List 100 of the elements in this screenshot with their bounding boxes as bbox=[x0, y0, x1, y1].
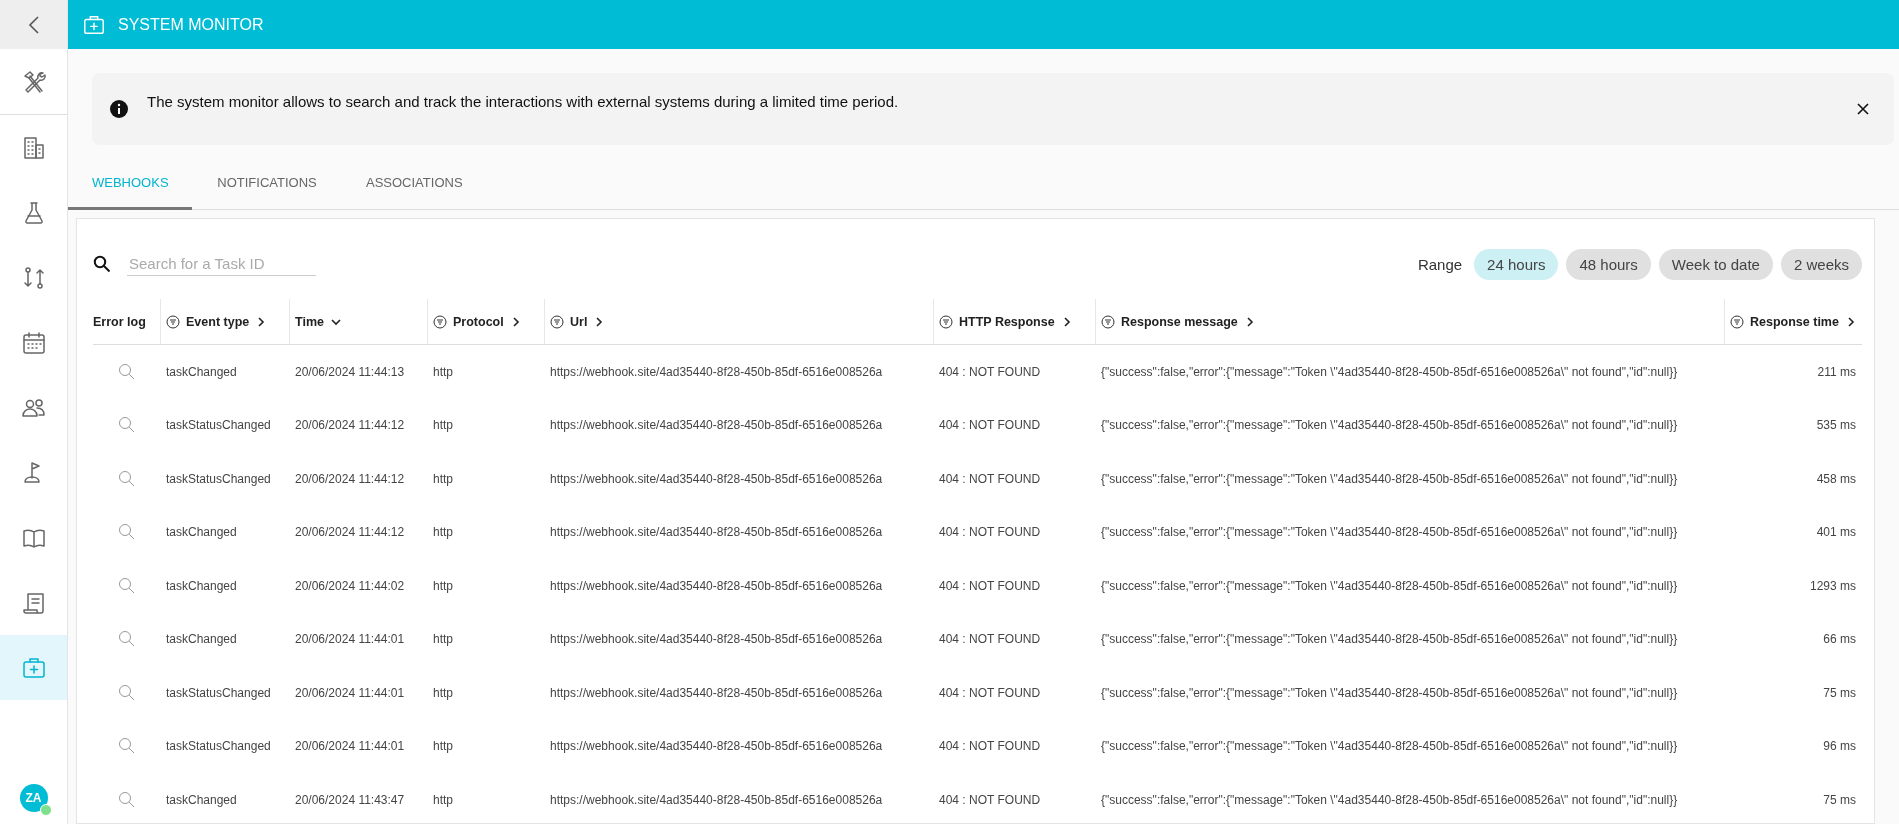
event-type-cell: taskStatusChanged bbox=[166, 685, 271, 700]
event-type-cell: taskStatusChanged bbox=[166, 471, 271, 486]
error-log-button[interactable] bbox=[117, 416, 136, 435]
event-type-cell: taskStatusChanged bbox=[166, 418, 271, 433]
info-text: The system monitor allows to search and track the interactions with external systems during a limited time period. bbox=[147, 92, 900, 110]
search-icon bbox=[117, 737, 136, 756]
error-log-button[interactable] bbox=[117, 683, 136, 702]
error-log-button[interactable] bbox=[117, 469, 136, 488]
column-header[interactable]: Time bbox=[295, 314, 342, 329]
time-cell: 20/06/2024 11:44:12 bbox=[295, 418, 405, 433]
url-cell: https://webhook.site/4ad35440-8f28-450b-85df-6516e008526a bbox=[550, 792, 883, 807]
event-type-cell: taskChanged bbox=[166, 364, 237, 379]
calendar-icon bbox=[20, 329, 47, 356]
response-time-cell: 535 ms bbox=[1816, 418, 1856, 433]
search-icon bbox=[117, 576, 136, 595]
error-log-button[interactable] bbox=[117, 630, 136, 649]
http-response-cell: 404 : NOT FOUND bbox=[939, 739, 1041, 754]
url-cell: https://webhook.site/4ad35440-8f28-450b-85df-6516e008526a bbox=[550, 578, 883, 593]
filter-icon bbox=[550, 314, 564, 329]
filter-icon bbox=[433, 314, 447, 329]
url-cell: https://webhook.site/4ad35440-8f28-450b-85df-6516e008526a bbox=[550, 525, 883, 540]
sidebar-item[interactable] bbox=[0, 635, 67, 700]
response-time-cell: 66 ms bbox=[1823, 632, 1856, 647]
http-response-cell: 404 : NOT FOUND bbox=[939, 471, 1041, 486]
range-chip[interactable]: Week to date bbox=[1658, 248, 1773, 280]
search-icon bbox=[117, 630, 136, 649]
search-icon bbox=[117, 362, 136, 381]
response-time-cell: 401 ms bbox=[1816, 525, 1856, 540]
error-log-button[interactable] bbox=[117, 576, 136, 595]
response-time-cell: 1293 ms bbox=[1809, 578, 1856, 593]
event-type-cell: taskChanged bbox=[166, 792, 237, 807]
response-time-cell: 96 ms bbox=[1823, 739, 1856, 754]
protocol-cell: http bbox=[433, 418, 453, 433]
error-log-button[interactable] bbox=[117, 523, 136, 542]
column-header[interactable]: Response message bbox=[1101, 314, 1256, 329]
url-cell: https://webhook.site/4ad35440-8f28-450b-85df-6516e008526a bbox=[550, 418, 883, 433]
time-cell: 20/06/2024 11:44:12 bbox=[295, 471, 405, 486]
url-cell: https://webhook.site/4ad35440-8f28-450b-85df-6516e008526a bbox=[550, 739, 883, 754]
tab[interactable]: NOTIFICATIONS bbox=[192, 157, 342, 210]
time-cell: 20/06/2024 11:44:01 bbox=[295, 632, 405, 647]
protocol-cell: http bbox=[433, 685, 453, 700]
error-log-button[interactable] bbox=[117, 362, 136, 381]
time-cell: 20/06/2024 11:44:12 bbox=[295, 525, 405, 540]
http-response-cell: 404 : NOT FOUND bbox=[939, 364, 1041, 379]
protocol-cell: http bbox=[433, 739, 453, 754]
range-chip[interactable]: 2 weeks bbox=[1780, 248, 1862, 280]
response-message-cell: {"success":false,"error":{"message":"Token \"4ad35440-8f28-450b-85df-6516e008526a\" not found","id":null}} bbox=[1101, 632, 1678, 647]
info-icon bbox=[110, 100, 128, 118]
range-chip[interactable]: 48 hours bbox=[1566, 248, 1651, 280]
filter-icon bbox=[1101, 314, 1115, 329]
column-header[interactable]: Error log bbox=[93, 314, 146, 329]
http-response-cell: 404 : NOT FOUND bbox=[939, 685, 1041, 700]
response-message-cell: {"success":false,"error":{"message":"Token \"4ad35440-8f28-450b-85df-6516e008526a\" not found","id":null}} bbox=[1101, 364, 1678, 379]
column-header[interactable]: Url bbox=[550, 314, 606, 329]
url-cell: https://webhook.site/4ad35440-8f28-450b-85df-6516e008526a bbox=[550, 632, 883, 647]
url-cell: https://webhook.site/4ad35440-8f28-450b-85df-6516e008526a bbox=[550, 685, 883, 700]
response-message-cell: {"success":false,"error":{"message":"Token \"4ad35440-8f28-450b-85df-6516e008526a\" not found","id":null}} bbox=[1101, 792, 1678, 807]
response-message-cell: {"success":false,"error":{"message":"Token \"4ad35440-8f28-450b-85df-6516e008526a\" not found","id":null}} bbox=[1101, 525, 1678, 540]
range-chip[interactable]: 24 hours bbox=[1474, 248, 1559, 280]
search-icon bbox=[117, 790, 136, 809]
column-header[interactable]: Protocol bbox=[433, 314, 522, 329]
close-icon bbox=[1856, 102, 1870, 116]
column-header[interactable]: HTTP Response bbox=[939, 314, 1073, 329]
error-log-button[interactable] bbox=[117, 737, 136, 756]
response-time-cell: 75 ms bbox=[1823, 685, 1856, 700]
time-cell: 20/06/2024 11:43:47 bbox=[295, 792, 405, 807]
column-header[interactable]: Response time bbox=[1730, 314, 1857, 329]
response-message-cell: {"success":false,"error":{"message":"Token \"4ad35440-8f28-450b-85df-6516e008526a\" not found","id":null}} bbox=[1101, 418, 1678, 433]
protocol-cell: http bbox=[433, 792, 453, 807]
search-icon bbox=[117, 469, 136, 488]
url-cell: https://webhook.site/4ad35440-8f28-450b-85df-6516e008526a bbox=[550, 364, 883, 379]
tab[interactable]: ASSOCIATIONS bbox=[342, 157, 487, 210]
time-cell: 20/06/2024 11:44:01 bbox=[295, 685, 405, 700]
range-label: Range bbox=[1417, 255, 1463, 273]
column-header[interactable]: Event type bbox=[166, 314, 268, 329]
filter-icon bbox=[939, 314, 953, 329]
response-time-cell: 211 ms bbox=[1817, 364, 1856, 379]
response-message-cell: {"success":false,"error":{"message":"Token \"4ad35440-8f28-450b-85df-6516e008526a\" not found","id":null}} bbox=[1101, 471, 1678, 486]
error-log-button[interactable] bbox=[117, 790, 136, 809]
http-response-cell: 404 : NOT FOUND bbox=[939, 578, 1041, 593]
filter-icon bbox=[166, 314, 180, 329]
url-cell: https://webhook.site/4ad35440-8f28-450b-85df-6516e008526a bbox=[550, 471, 883, 486]
event-type-cell: taskStatusChanged bbox=[166, 739, 271, 754]
response-time-cell: 458 ms bbox=[1816, 471, 1856, 486]
http-response-cell: 404 : NOT FOUND bbox=[939, 632, 1041, 647]
page-title: SYSTEM MONITOR bbox=[118, 15, 264, 34]
filter-icon bbox=[1730, 314, 1744, 329]
event-type-cell: taskChanged bbox=[166, 525, 237, 540]
protocol-cell: http bbox=[433, 364, 453, 379]
time-cell: 20/06/2024 11:44:13 bbox=[295, 364, 405, 379]
time-cell: 20/06/2024 11:44:01 bbox=[295, 739, 405, 754]
event-type-cell: taskChanged bbox=[166, 632, 237, 647]
search-icon bbox=[117, 523, 136, 542]
response-message-cell: {"success":false,"error":{"message":"Token \"4ad35440-8f28-450b-85df-6516e008526a\" not found","id":null}} bbox=[1101, 739, 1678, 754]
search-icon bbox=[117, 683, 136, 702]
chevron-left-icon bbox=[26, 14, 41, 35]
protocol-cell: http bbox=[433, 471, 453, 486]
protocol-cell: http bbox=[433, 525, 453, 540]
response-message-cell: {"success":false,"error":{"message":"Token \"4ad35440-8f28-450b-85df-6516e008526a\" not found","id":null}} bbox=[1101, 685, 1678, 700]
time-cell: 20/06/2024 11:44:02 bbox=[295, 578, 405, 593]
